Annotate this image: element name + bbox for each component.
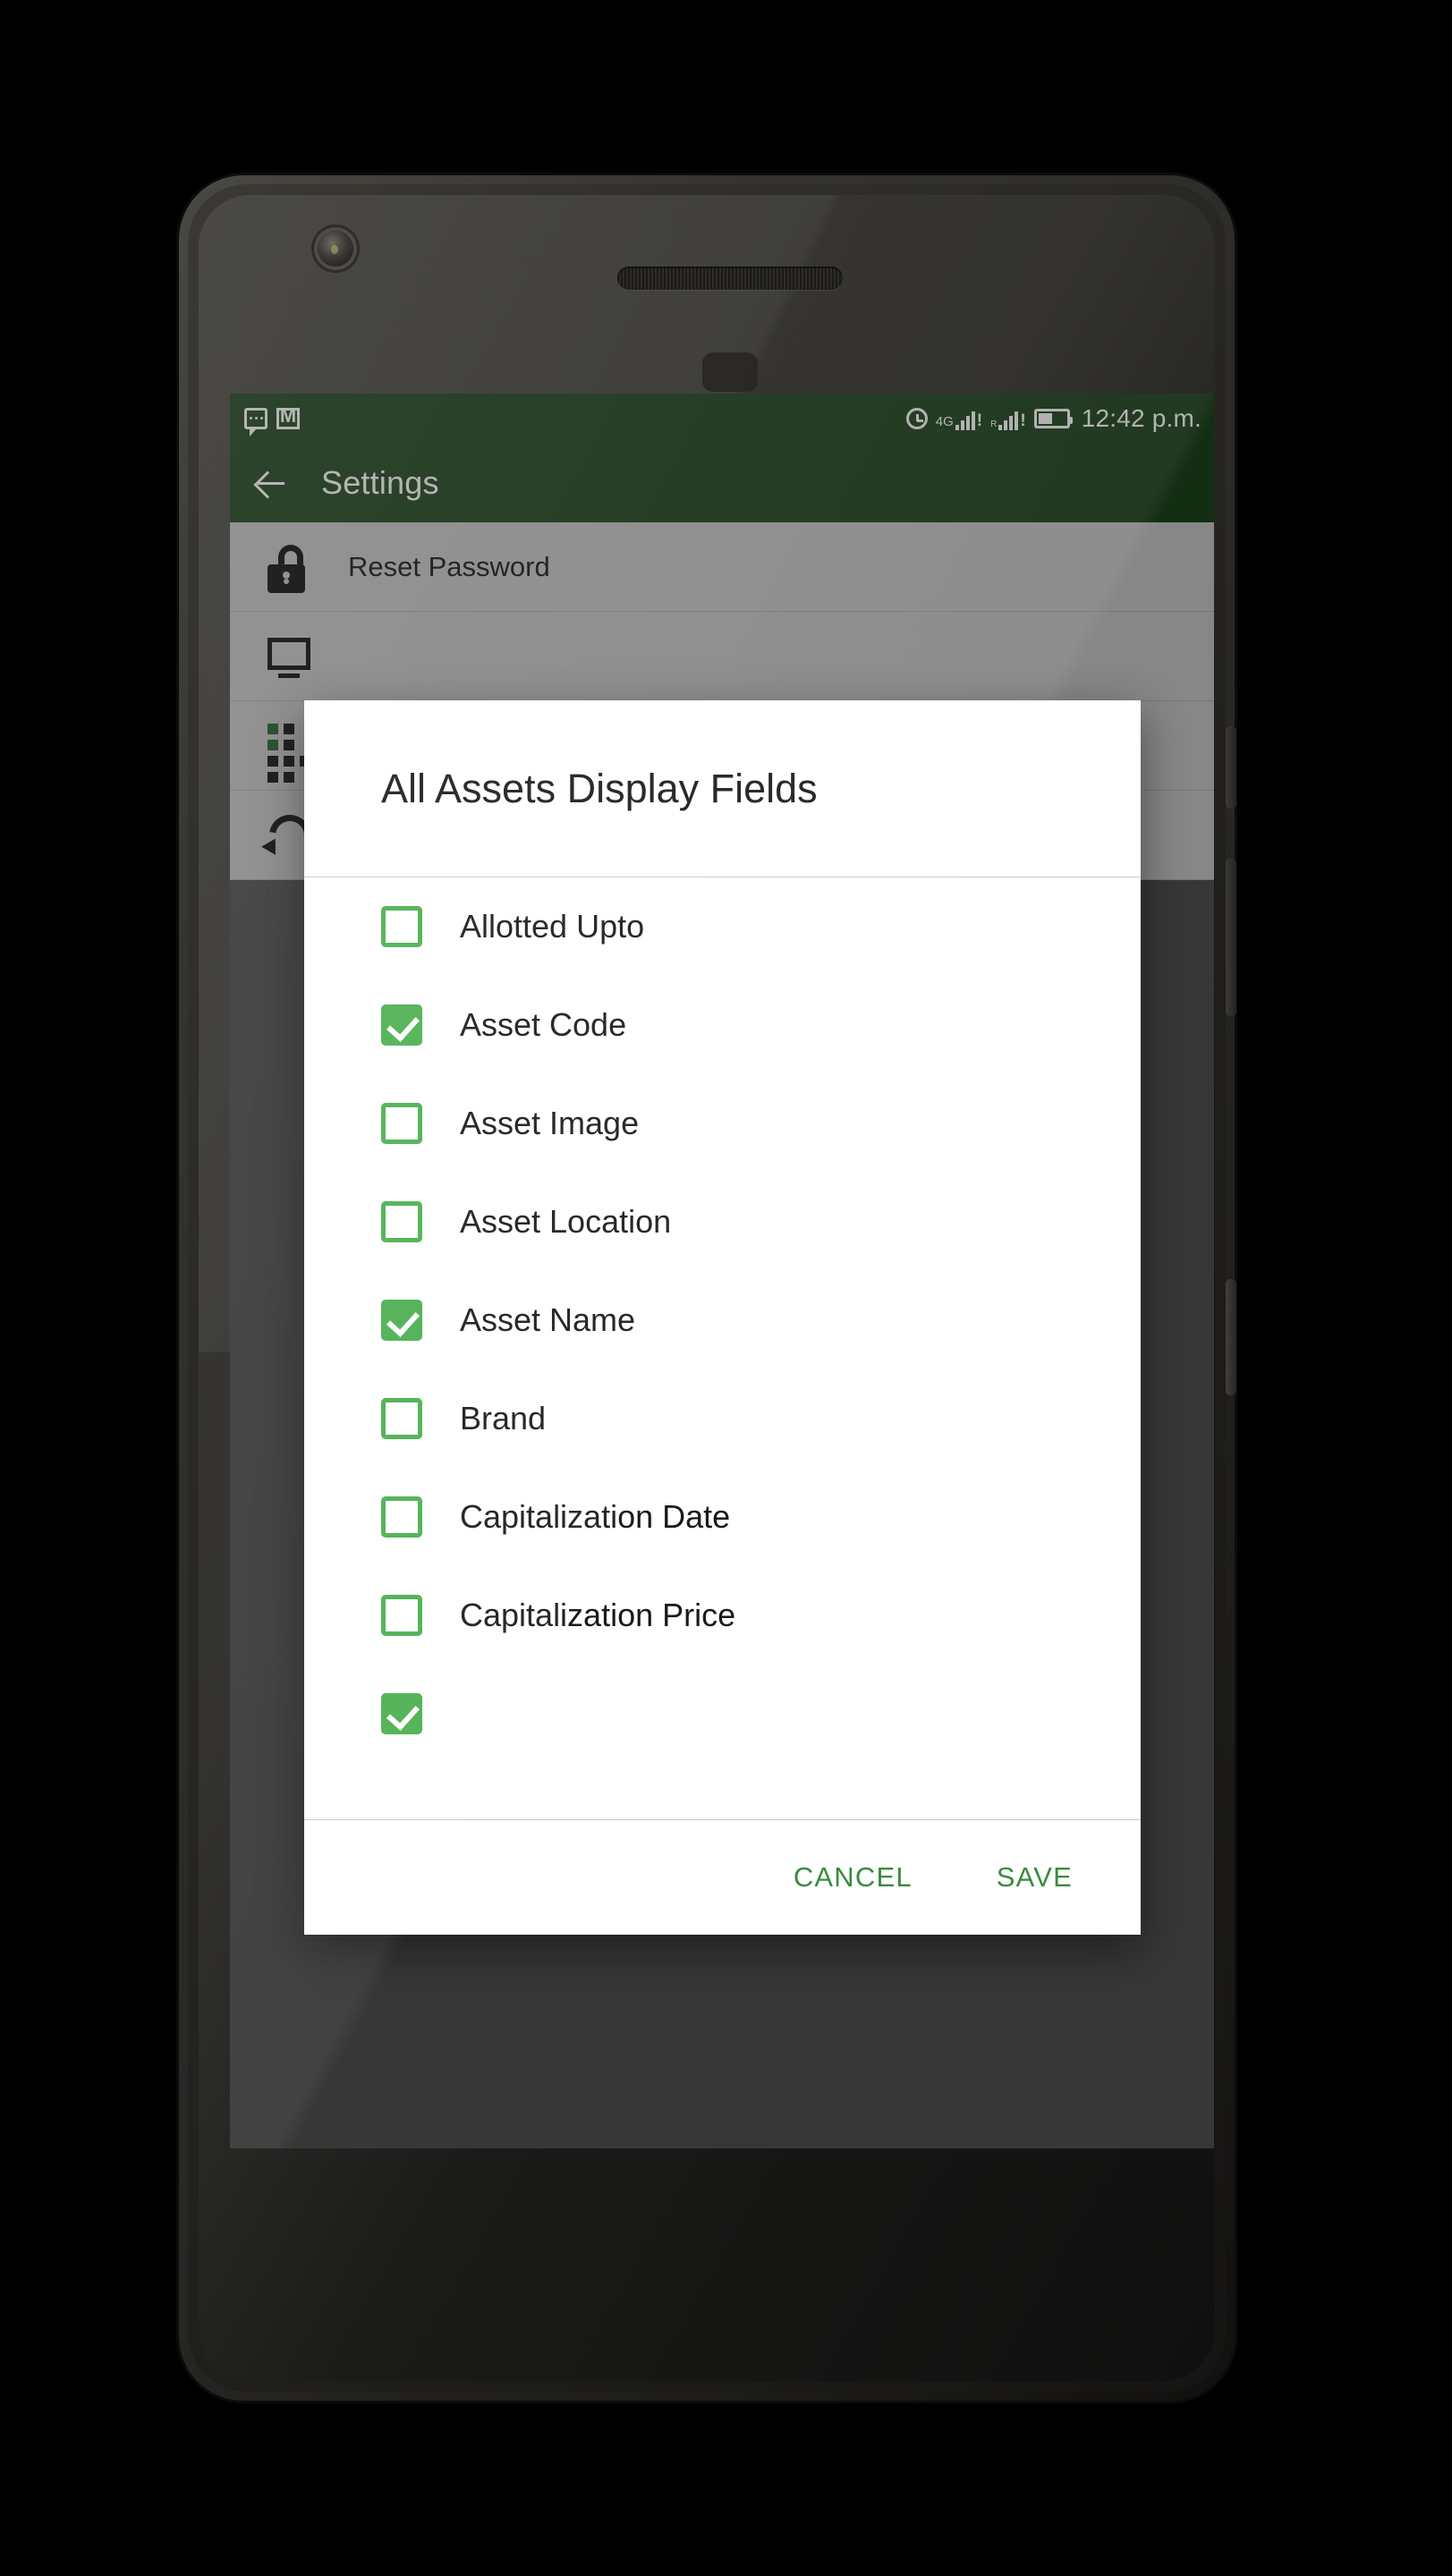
save-button[interactable]: SAVE bbox=[988, 1849, 1082, 1906]
dialog-title: All Assets Display Fields bbox=[381, 765, 818, 811]
display-fields-dialog: All Assets Display Fields Allotted Upto … bbox=[304, 700, 1141, 1935]
list-item[interactable]: Brand bbox=[304, 1369, 1141, 1468]
checkbox-icon[interactable] bbox=[381, 1595, 422, 1636]
dialog-actions: CANCEL SAVE bbox=[304, 1820, 1141, 1935]
cancel-button[interactable]: CANCEL bbox=[785, 1849, 921, 1906]
checkbox-icon[interactable] bbox=[381, 1103, 422, 1144]
checkbox-icon[interactable] bbox=[381, 1300, 422, 1341]
list-item[interactable] bbox=[304, 1665, 1141, 1763]
list-item-label: Asset Name bbox=[460, 1301, 636, 1338]
list-item-label: Capitalization Price bbox=[460, 1597, 736, 1633]
list-item-label: Asset Code bbox=[460, 1006, 627, 1043]
dialog-options-list[interactable]: Allotted Upto Asset Code Asset Image Ass… bbox=[304, 877, 1141, 1819]
checkbox-icon[interactable] bbox=[381, 1398, 422, 1439]
list-item[interactable]: Allotted Upto bbox=[304, 877, 1141, 976]
front-camera-icon bbox=[318, 231, 353, 267]
appbar-scrim bbox=[230, 394, 1214, 522]
list-item[interactable]: Asset Name bbox=[304, 1271, 1141, 1369]
checkbox-icon[interactable] bbox=[381, 1693, 422, 1734]
list-item[interactable]: Capitalization Price bbox=[304, 1566, 1141, 1665]
checkbox-icon[interactable] bbox=[381, 1496, 422, 1538]
volume-down-button[interactable] bbox=[1226, 859, 1236, 1016]
list-item-label: Allotted Upto bbox=[460, 908, 645, 945]
list-item[interactable]: Capitalization Date bbox=[304, 1468, 1141, 1566]
proximity-sensor bbox=[702, 352, 758, 392]
power-button[interactable] bbox=[1226, 1279, 1236, 1395]
list-item-label: Asset Location bbox=[460, 1203, 672, 1240]
phone-screen: 4G ! R ! 12:42 p.m. Settings bbox=[230, 394, 1214, 2148]
list-item[interactable]: Asset Image bbox=[304, 1074, 1141, 1173]
checkbox-icon[interactable] bbox=[381, 1004, 422, 1046]
list-item-label: Asset Image bbox=[460, 1105, 640, 1141]
list-item[interactable]: Asset Location bbox=[304, 1173, 1141, 1271]
screenshot-root: 4G ! R ! 12:42 p.m. Settings bbox=[0, 0, 1452, 2576]
checkbox-icon[interactable] bbox=[381, 1201, 422, 1242]
list-item-label: Brand bbox=[460, 1400, 547, 1436]
checkbox-icon[interactable] bbox=[381, 906, 422, 947]
list-item-label: Capitalization Date bbox=[460, 1498, 731, 1535]
volume-up-button[interactable] bbox=[1226, 726, 1236, 809]
list-item[interactable]: Asset Code bbox=[304, 976, 1141, 1074]
earpiece-speaker bbox=[617, 267, 843, 290]
